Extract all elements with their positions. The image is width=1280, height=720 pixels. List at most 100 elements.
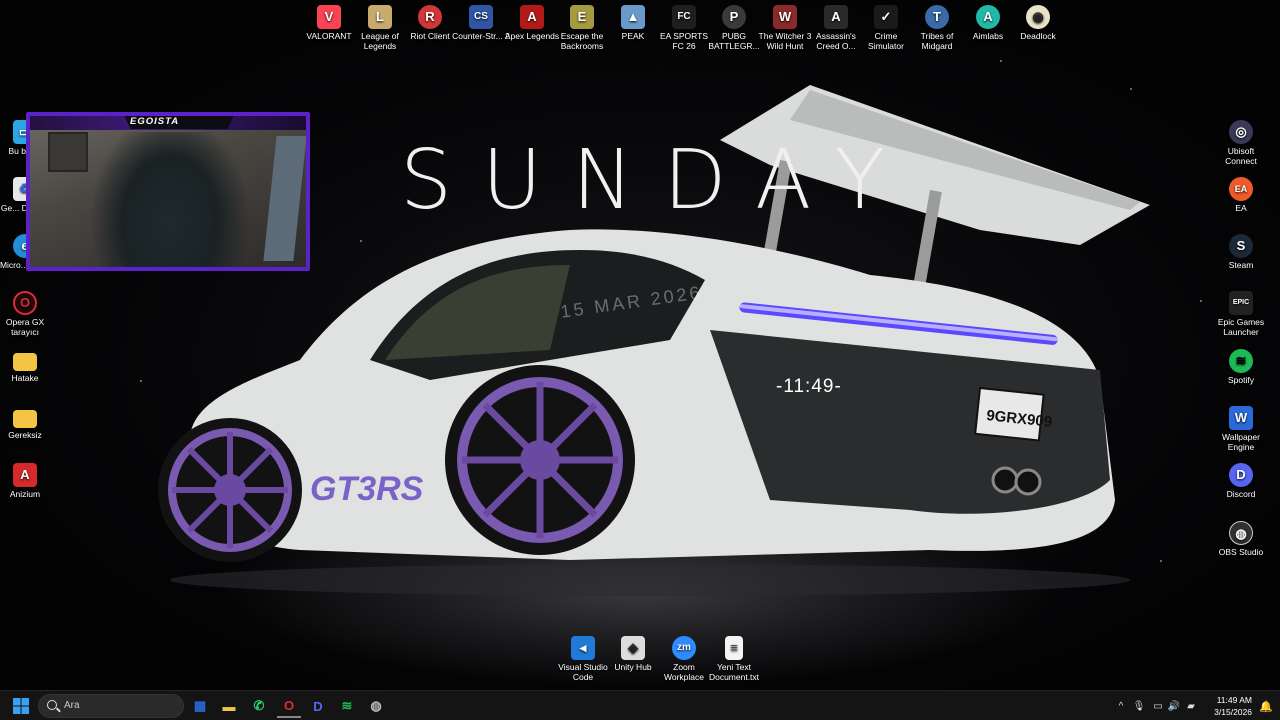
desktop-icon-ea[interactable]: EA EA xyxy=(1212,177,1270,213)
aimlabs-icon: A xyxy=(976,5,1000,29)
volume-icon[interactable]: 🔊 xyxy=(1166,701,1182,712)
desktop-icon-tribes-of-midgard[interactable]: T Tribes of Midgard xyxy=(908,5,966,51)
show-hidden-icons-chevron-icon[interactable]: ^ xyxy=(1114,701,1128,712)
folder-icon xyxy=(13,410,37,428)
desktop-icon-crime-simulator[interactable]: ✓ Crime Simulator xyxy=(857,5,915,51)
taskbar-clock[interactable]: 11:49 AM 3/15/2026 xyxy=(1202,694,1252,718)
desktop-icon-escape-the-backrooms[interactable]: E Escape the Backrooms xyxy=(553,5,611,51)
desktop-icon-opera-gx[interactable]: O Opera GX tarayıcı xyxy=(0,291,54,337)
desktop-icon-label: PUBG BATTLEGR... xyxy=(708,31,760,51)
desktop-icon-pubg[interactable]: P PUBG BATTLEGR... xyxy=(705,5,763,51)
desktop-icon-hatake-folder[interactable]: Hatake xyxy=(0,349,54,383)
desktop-icon-label: League of Legends xyxy=(361,31,399,51)
taskbar-spotify[interactable]: ≋ xyxy=(335,694,359,718)
tribes-of-midgard-icon: T xyxy=(925,5,949,29)
desktop-icon-spotify[interactable]: ≋ Spotify xyxy=(1212,349,1270,385)
desktop-icon-text-document[interactable]: ≡ Yeni Text Document.txt xyxy=(705,636,763,682)
epic-games-icon: EPIC xyxy=(1229,291,1253,315)
discord-icon: D xyxy=(313,698,323,714)
desktop-icon-label: Yeni Text Document.txt xyxy=(708,662,760,682)
desktop-icon-label: Ubisoft Connect xyxy=(1225,146,1257,166)
desktop-icon-label: Counter-Str... 2 xyxy=(452,31,510,41)
obs-studio-icon: ◍ xyxy=(370,698,382,713)
desktop-icon-label: EA SPORTS FC 26 xyxy=(659,31,709,51)
taskbar-time: 11:49 AM xyxy=(1216,695,1252,705)
notifications-button[interactable]: 🔔 xyxy=(1254,694,1278,718)
desktop-icon-ubisoft-connect[interactable]: ◎ Ubisoft Connect xyxy=(1212,120,1270,166)
desktop-icon-label: Discord xyxy=(1226,489,1256,499)
desktop-icon-steam[interactable]: S Steam xyxy=(1212,234,1270,270)
webcam-person xyxy=(85,132,255,267)
vscode-icon: ◂ xyxy=(571,636,595,660)
desktop-icon-label: Apex Legends xyxy=(504,31,560,41)
desktop-icon-label: Unity Hub xyxy=(614,662,652,672)
desktop-icon-unity-hub[interactable]: ◈ Unity Hub xyxy=(604,636,662,672)
wallpaper-engine-icon: W xyxy=(1229,406,1253,430)
taskbar-search-box[interactable]: Ara xyxy=(38,694,184,718)
taskbar-whatsapp[interactable]: ✆ xyxy=(247,694,271,718)
desktop-icon-gereksiz-folder[interactable]: Gereksiz xyxy=(0,406,54,440)
desktop-icon-deadlock[interactable]: ◉ Deadlock xyxy=(1009,5,1067,41)
ubisoft-connect-icon: ◎ xyxy=(1229,120,1253,144)
taskbar-widgets[interactable]: ▦ xyxy=(188,694,212,718)
desktop-icon-label: Crime Simulator xyxy=(868,31,904,51)
desktop-icon-riot-client[interactable]: R Riot Client xyxy=(401,5,459,41)
witcher-icon: W xyxy=(773,5,797,29)
desktop-icon-label: Tribes of Midgard xyxy=(920,31,954,51)
desktop-icon-label: OBS Studio xyxy=(1218,547,1264,557)
desktop-wallpaper: 9GRX909 GT3RS SUNDAY 15 MAR 2026 -11:49- xyxy=(0,0,1280,690)
taskbar-file-explorer[interactable]: ▬ xyxy=(217,694,241,718)
network-icon[interactable]: ▭ xyxy=(1150,701,1166,712)
car-side-badge: GT3RS xyxy=(310,470,424,508)
desktop-icon-label: Spotify xyxy=(1228,375,1254,385)
battery-icon[interactable]: ▰ xyxy=(1182,701,1200,712)
start-button[interactable] xyxy=(9,694,33,718)
desktop-icon-peak[interactable]: ▲ PEAK xyxy=(604,5,662,41)
desktop-icon-anizium[interactable]: A Anizium xyxy=(0,463,54,499)
taskbar-obs-studio[interactable]: ◍ xyxy=(364,694,388,718)
desktop-icon-label: Visual Studio Code xyxy=(558,662,608,682)
taskbar-discord[interactable]: D xyxy=(306,694,330,718)
desktop-icon-label: Riot Client xyxy=(410,31,450,41)
desktop-icon-label: Aimlabs xyxy=(972,31,1004,41)
search-icon xyxy=(47,700,57,710)
webcam-streamer-name: EGOISTA xyxy=(124,116,234,129)
apex-legends-icon: A xyxy=(520,5,544,29)
desktop-icon-valorant[interactable]: V VALORANT xyxy=(300,5,358,41)
text-file-icon: ≡ xyxy=(725,636,743,660)
ea-icon: EA xyxy=(1229,177,1253,201)
desktop-icon-epic-games[interactable]: EPIC Epic Games Launcher xyxy=(1212,291,1270,337)
search-placeholder: Ara xyxy=(64,700,80,711)
desktop-icon-wallpaper-engine[interactable]: W Wallpaper Engine xyxy=(1212,406,1270,452)
rear-wheel xyxy=(445,365,635,555)
folder-icon xyxy=(13,353,37,371)
peak-icon: ▲ xyxy=(621,5,645,29)
opera-gx-icon: O xyxy=(13,291,37,315)
desktop-icon-witcher[interactable]: W The Witcher 3 Wild Hunt xyxy=(756,5,814,51)
desktop-icon-label: Epic Games Launcher xyxy=(1217,317,1265,337)
front-wheel xyxy=(158,418,302,562)
escape-backrooms-icon: E xyxy=(570,5,594,29)
deadlock-icon: ◉ xyxy=(1026,5,1050,29)
desktop-icon-counter-strike[interactable]: CS Counter-Str... 2 xyxy=(452,5,510,41)
desktop-icon-label: Zoom Workplace xyxy=(664,662,704,682)
desktop-icon-discord[interactable]: D Discord xyxy=(1212,463,1270,499)
anizium-icon: A xyxy=(13,463,37,487)
valorant-icon: V xyxy=(317,5,341,29)
desktop-icon-label: Deadlock xyxy=(1020,31,1056,41)
desktop-icon-label: VALORANT xyxy=(306,31,352,41)
steam-icon: S xyxy=(1229,234,1253,258)
desktop-icon-label: Wallpaper Engine xyxy=(1222,432,1260,452)
desktop-icon-label: Gereksiz xyxy=(8,430,42,440)
opera-gx-icon: O xyxy=(283,697,295,713)
desktop-icon-label: The Witcher 3 Wild Hunt xyxy=(758,31,812,51)
desktop-icon-label: PEAK xyxy=(621,31,645,41)
microphone-icon[interactable]: 🎙 xyxy=(1128,701,1150,712)
zoom-icon: zm xyxy=(672,636,696,660)
league-of-legends-icon: L xyxy=(368,5,392,29)
taskbar-date: 3/15/2026 xyxy=(1214,707,1252,717)
taskbar-opera-gx[interactable]: O xyxy=(277,694,301,718)
bell-icon: 🔔 xyxy=(1259,700,1273,713)
desktop-icon-obs-studio[interactable]: ◍ OBS Studio xyxy=(1212,521,1270,557)
desktop-icon-label: Anizium xyxy=(9,489,41,499)
